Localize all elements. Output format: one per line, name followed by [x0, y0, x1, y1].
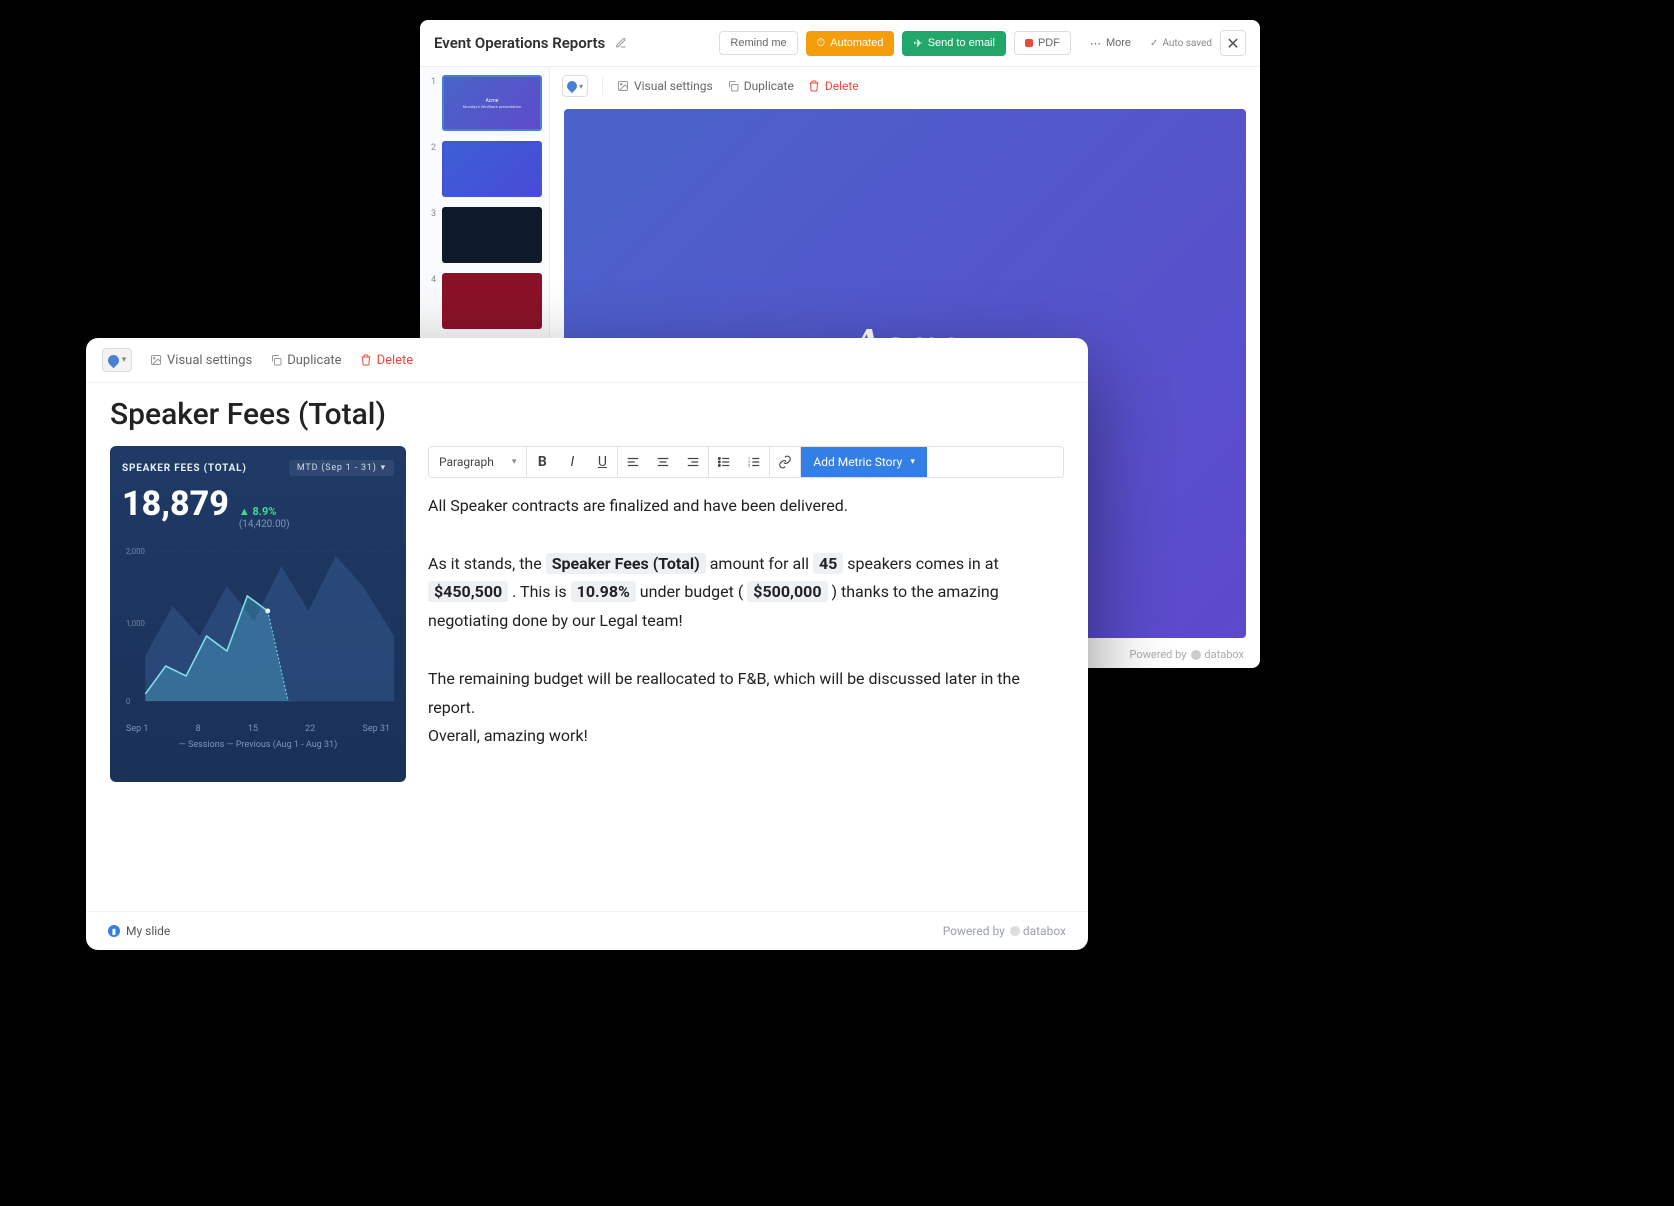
chart-kpi-delta: ▲ 8.9%	[239, 505, 277, 518]
pdf-icon	[1025, 39, 1033, 47]
svg-text:2,000: 2,000	[126, 547, 145, 556]
copy-icon	[270, 354, 282, 366]
databox-logo-icon	[1191, 650, 1201, 660]
visual-settings-button[interactable]: Visual settings	[617, 79, 713, 93]
thumb-2[interactable]: 2	[428, 141, 541, 197]
databox-logo-icon	[1010, 926, 1020, 936]
metric-chart: SPEAKER FEES (TOTAL) MTD (Sep 1 - 31)▾ 1…	[110, 446, 406, 782]
send-email-button[interactable]: ✈ Send to email	[902, 31, 1005, 56]
visual-settings-button[interactable]: Visual settings	[150, 353, 252, 368]
editor-footer: ▮ My slide Powered by databox	[86, 911, 1088, 950]
trash-icon	[360, 354, 372, 366]
chart-legend: — Sessions — Previous (Aug 1 - Aug 31)	[122, 740, 394, 750]
svg-text:0: 0	[126, 697, 130, 706]
report-header: Event Operations Reports Remind me ⏱ Aut…	[420, 20, 1260, 67]
duplicate-button[interactable]: Duplicate	[270, 353, 341, 368]
align-right-button[interactable]	[678, 447, 708, 477]
close-button[interactable]: ✕	[1220, 30, 1246, 56]
report-title-group: Event Operations Reports	[434, 34, 627, 52]
thumb-3[interactable]: 3	[428, 207, 541, 263]
svg-text:1,000: 1,000	[126, 619, 145, 628]
percent-chip[interactable]: 10.98%	[571, 581, 636, 602]
report-title: Event Operations Reports	[434, 34, 605, 52]
number-list-button[interactable]: 123	[739, 447, 769, 477]
slide-editor-window: ▾ Visual settings Duplicate Delete Speak…	[86, 338, 1088, 950]
thumb-4[interactable]: 4	[428, 273, 541, 329]
copy-icon	[727, 80, 739, 92]
chart-plot: 2,000 1,000 0	[122, 536, 394, 716]
editor-body[interactable]: All Speaker contracts are finalized and …	[428, 492, 1064, 751]
count-chip[interactable]: 45	[813, 553, 843, 574]
paragraph: All Speaker contracts are finalized and …	[428, 492, 1064, 521]
trash-icon	[808, 80, 820, 92]
image-icon	[150, 354, 162, 366]
report-actions: Remind me ⏱ Automated ✈ Send to email PD…	[719, 30, 1246, 56]
chart-kpi-value: 18,879	[122, 484, 229, 524]
droplet-icon	[565, 79, 579, 93]
editor-toolbar: ▾ Visual settings Duplicate Delete	[86, 338, 1088, 383]
budget-chip[interactable]: $500,000	[747, 581, 827, 602]
rte-toolbar: Paragraph▾ B I U	[428, 446, 1064, 478]
autosaved-indicator: ✓ Auto saved	[1150, 38, 1212, 49]
underline-button[interactable]: U	[587, 447, 617, 477]
delete-button[interactable]: Delete	[808, 79, 859, 93]
more-button[interactable]: ⋯ More	[1079, 31, 1142, 56]
bullet-list-button[interactable]	[709, 447, 739, 477]
link-button[interactable]	[770, 447, 800, 477]
metric-chip[interactable]: Speaker Fees (Total)	[546, 553, 706, 574]
align-left-button[interactable]	[618, 447, 648, 477]
section-title: Speaker Fees (Total)	[110, 397, 1064, 432]
color-picker-button[interactable]: ▾	[102, 348, 132, 372]
droplet-icon	[105, 352, 121, 368]
edit-title-icon[interactable]	[615, 37, 627, 49]
chart-x-ticks: Sep 1 8 15 22 Sep 31	[122, 724, 394, 734]
powered-by: Powered by databox	[1129, 648, 1244, 661]
chart-kpi-prev: (14,420.00)	[239, 519, 290, 530]
duplicate-button[interactable]: Duplicate	[727, 79, 794, 93]
bold-button[interactable]: B	[527, 447, 557, 477]
text-editor: Paragraph▾ B I U	[428, 446, 1064, 782]
paragraph: The remaining budget will be reallocated…	[428, 665, 1064, 723]
color-picker-button[interactable]: ▾	[562, 75, 588, 97]
pdf-button[interactable]: PDF	[1014, 31, 1071, 55]
delete-button[interactable]: Delete	[360, 353, 414, 368]
image-icon	[617, 80, 629, 92]
paragraph-style-select[interactable]: Paragraph▾	[429, 455, 526, 469]
slide-toolbar: ▾ Visual settings Duplicate Delete	[550, 67, 1260, 105]
paragraph: As it stands, the Speaker Fees (Total) a…	[428, 550, 1064, 636]
automated-button[interactable]: ⏱ Automated	[806, 31, 895, 56]
thumb-1[interactable]: 1AcmeMonday's WinShare presentation	[428, 75, 541, 131]
powered-by: Powered by databox	[943, 924, 1066, 938]
amount-chip[interactable]: $450,500	[428, 581, 508, 602]
slide-name-label: ▮ My slide	[108, 924, 170, 938]
italic-button[interactable]: I	[557, 447, 587, 477]
paragraph: Overall, amazing work!	[428, 722, 1064, 751]
add-metric-story-button[interactable]: Add Metric Story▾	[801, 447, 927, 477]
chart-range-selector[interactable]: MTD (Sep 1 - 31)▾	[289, 460, 394, 476]
svg-text:3: 3	[749, 464, 751, 468]
databox-badge-icon: ▮	[108, 925, 120, 937]
chart-label: SPEAKER FEES (TOTAL)	[122, 463, 247, 474]
remind-me-button[interactable]: Remind me	[719, 31, 797, 55]
align-center-button[interactable]	[648, 447, 678, 477]
